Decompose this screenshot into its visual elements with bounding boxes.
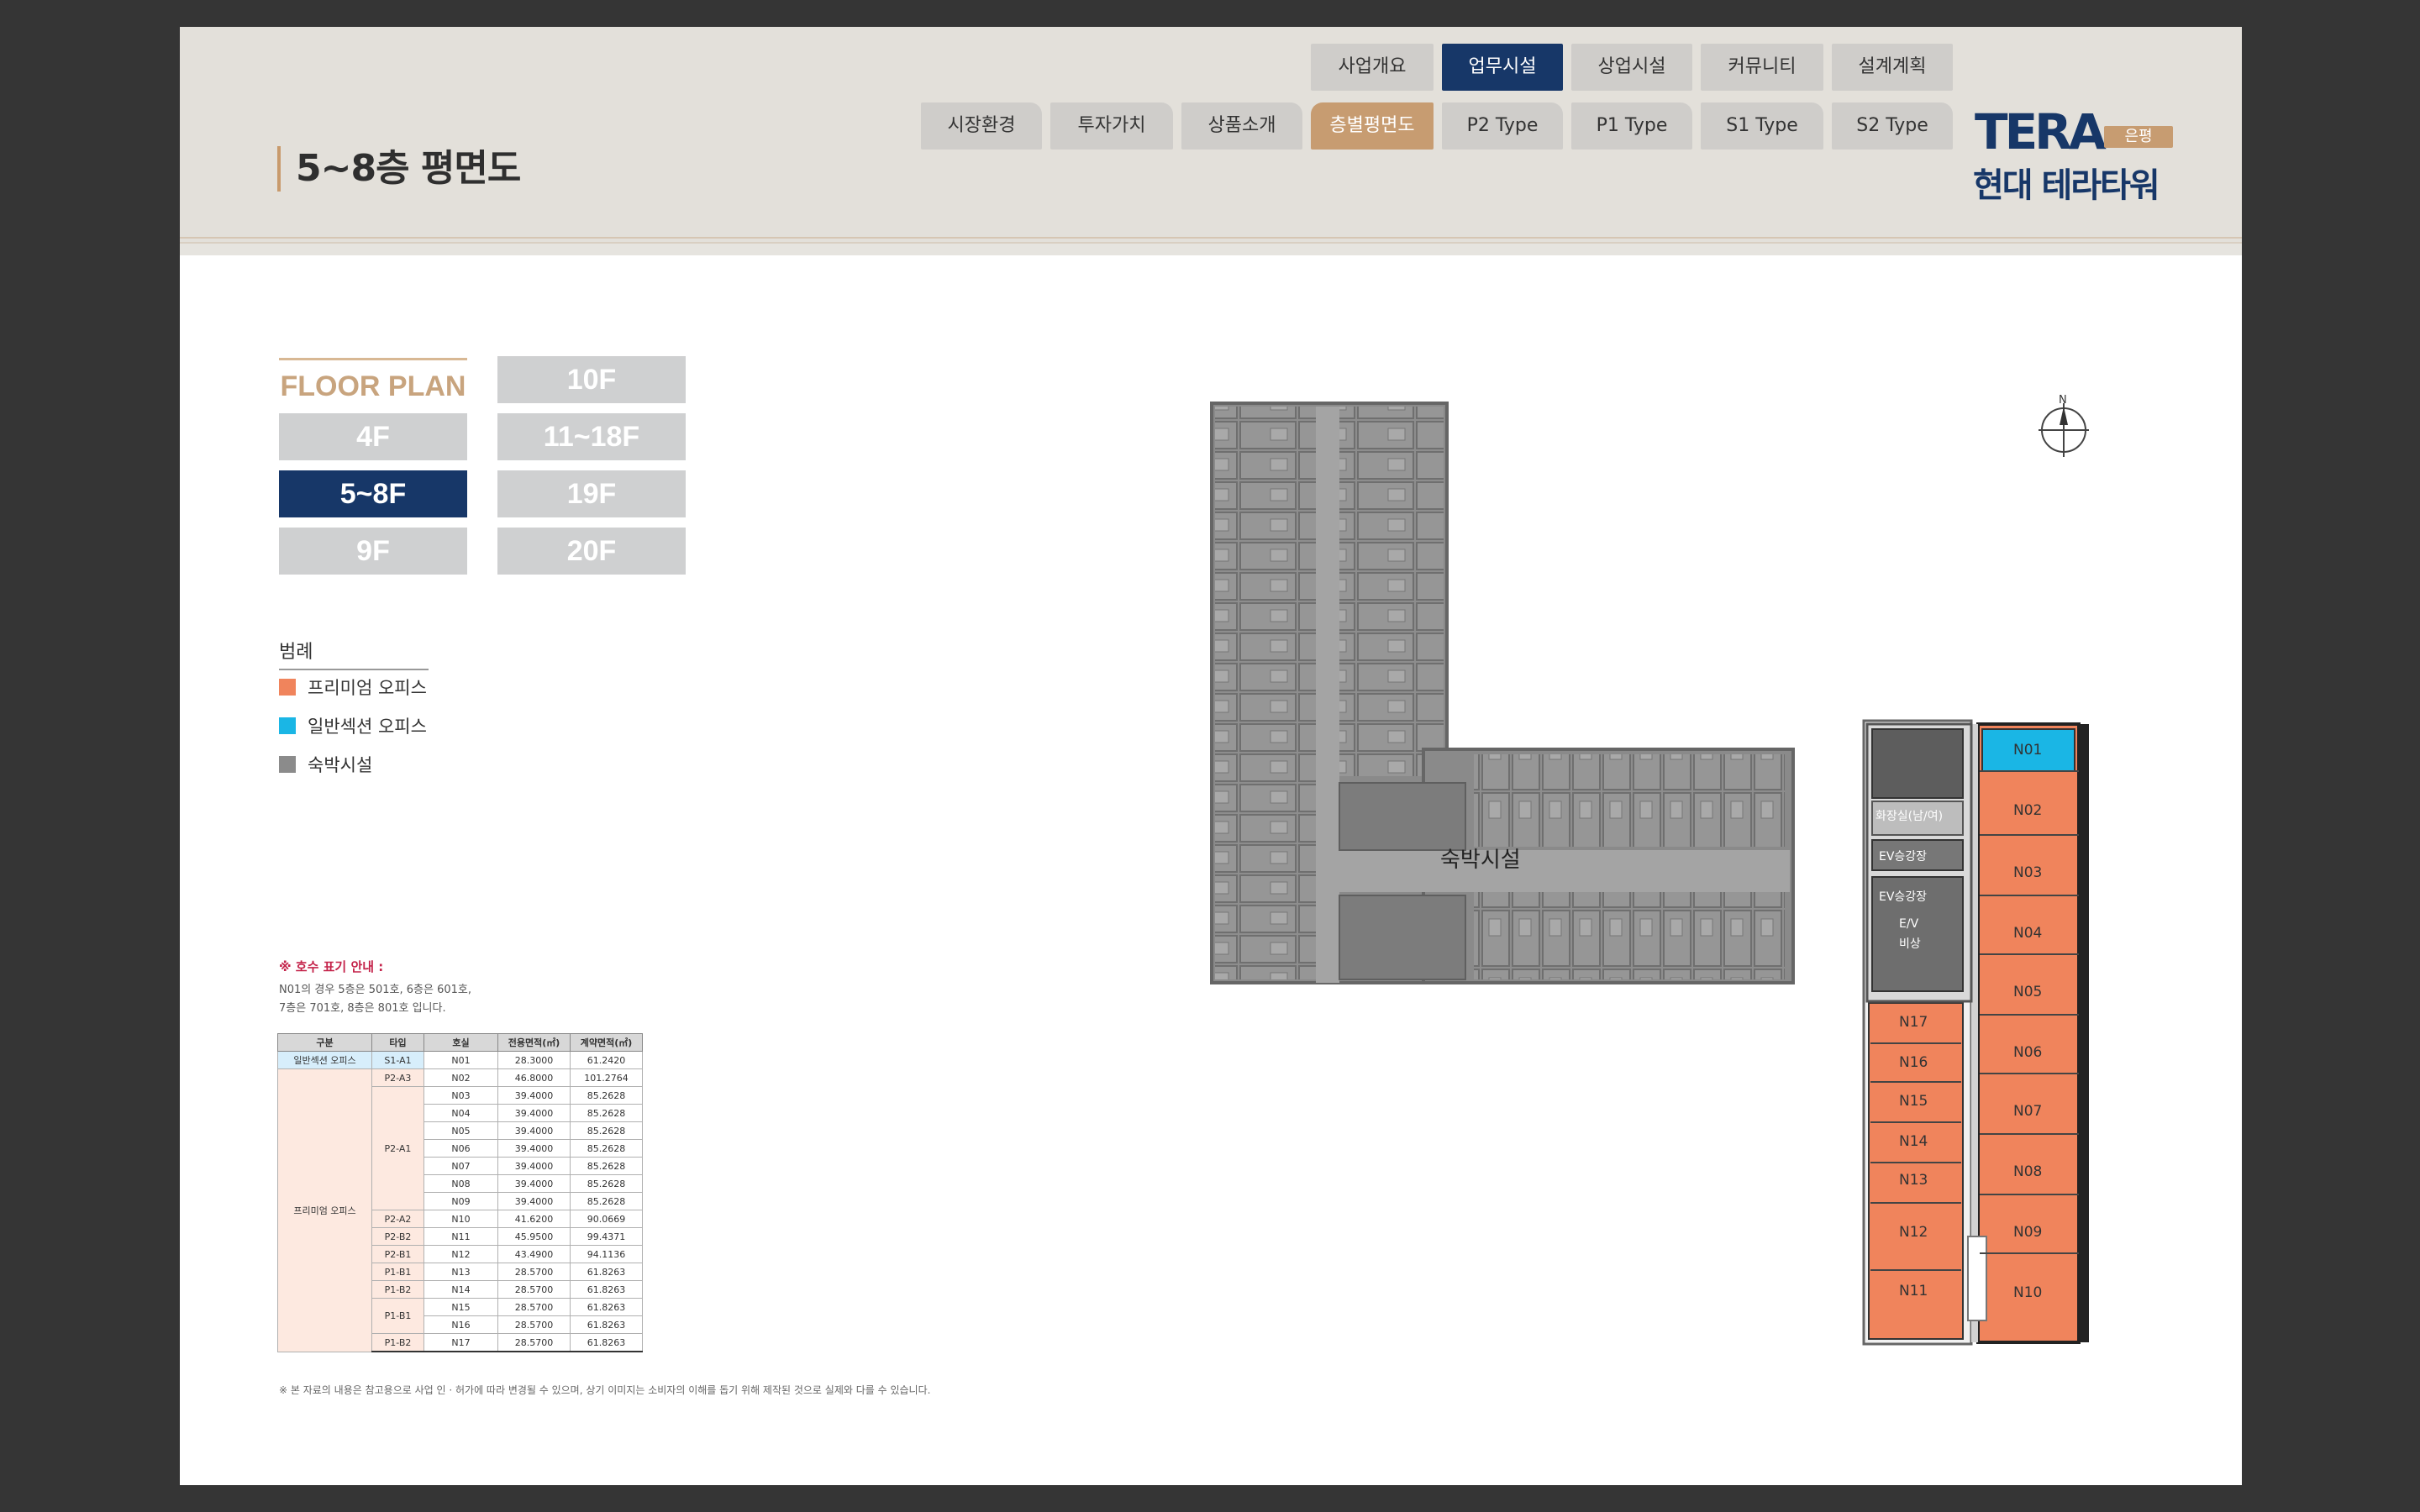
unit-label: N03 — [2013, 864, 2042, 881]
north-compass-icon: N — [2039, 394, 2089, 457]
hotel-wing: 숙박시설 — [1210, 402, 1795, 984]
hotel-label: 숙박시설 — [1440, 848, 1521, 873]
floor-plan-drawing: 숙박시설 화장실(남/여) EV승강장 EV승강장 E/V 비상 N01 N02… — [1210, 394, 2089, 1346]
unit-label: N08 — [2013, 1163, 2042, 1180]
unit-label: N09 — [2013, 1224, 2042, 1241]
unit-label: N05 — [2013, 984, 2042, 1000]
core-label-ev: E/V — [1899, 917, 1919, 931]
core-label-emergency: 비상 — [1899, 937, 1921, 951]
unit-label: N02 — [2013, 802, 2042, 819]
unit-label: N13 — [1899, 1172, 1928, 1189]
unit-label: N01 — [2013, 742, 2042, 759]
office-tower: 화장실(남/여) EV승강장 EV승강장 E/V 비상 N01 N02 N03 … — [1862, 719, 2089, 1346]
unit-label: N10 — [2013, 1284, 2042, 1301]
core-label-ev-lobby-2: EV승강장 — [1879, 890, 1927, 904]
core-label-ev-lobby: EV승강장 — [1879, 850, 1927, 864]
unit-label: N16 — [1899, 1054, 1928, 1071]
unit-label: N07 — [2013, 1103, 2042, 1120]
unit-label: N14 — [1899, 1133, 1928, 1150]
unit-label: N06 — [2013, 1044, 2042, 1061]
compass-label: N — [2059, 394, 2067, 407]
unit-label: N17 — [1899, 1014, 1928, 1031]
unit-label: N11 — [1899, 1283, 1928, 1299]
page-frame: 5~8층 평면도 사업개요 업무시설 상업시설 커뮤니티 설계계획 시장환경 투… — [180, 27, 2242, 1485]
unit-label: N15 — [1899, 1093, 1928, 1110]
unit-label: N12 — [1899, 1224, 1928, 1241]
unit-label: N04 — [2013, 925, 2042, 942]
core-label-restroom: 화장실(남/여) — [1876, 810, 1943, 823]
